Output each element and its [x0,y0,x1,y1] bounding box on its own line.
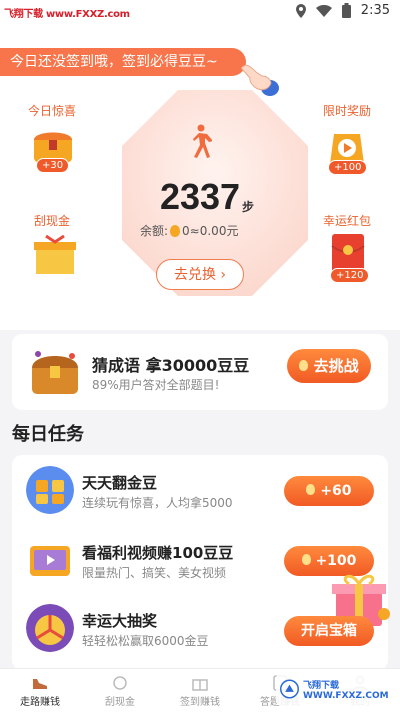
bean-icon [299,360,309,371]
watermark: 飞翔下载 www.FXXZ.com [4,9,130,20]
task-title: 幸运大抽奖 [82,612,158,630]
reward-badge: +100 [328,160,368,175]
task-button[interactable]: +60 [284,476,374,506]
tab-signin[interactable]: 签到赚钱 [160,669,240,708]
task-title: 看福利视频赚100豆豆 [82,544,234,562]
task-icon-flip [26,466,74,518]
shoe-icon [33,679,47,689]
tab-label: 刮现金 [105,697,135,708]
guess-subtitle: 89%用户答对全部题目! [92,378,220,392]
tab-label: 走路赚钱 [20,697,60,708]
task-title: 天天翻金豆 [82,474,158,492]
guess-title: 猜成语 拿30000豆豆 [92,356,250,375]
watermark-bottom-text: 飞翔下载 WWW.FXXZ.COM [302,680,389,701]
balance-label: 余额: [140,224,169,238]
chevron-right-icon: › [220,267,227,283]
task-button-label: 开启宝箱 [301,623,357,639]
bean-icon [306,484,316,495]
step-unit: 步 [242,200,255,214]
task-subtitle: 限量热门、搞笑、美女视频 [82,566,227,580]
balance: 余额: 0≈0.00元 [140,222,238,239]
reward-limited[interactable]: +100 [324,124,372,176]
bean-icon [170,224,181,237]
balance-value: 0≈0.00元 [182,224,239,238]
bean-icon [301,554,311,565]
tab-walk[interactable]: 走路赚钱 [0,669,80,708]
tab-label: 签到赚钱 [180,697,220,708]
challenge-button[interactable]: 去挑战 [287,349,371,383]
flip-beans-icon [26,466,74,514]
challenge-label: 去挑战 [313,357,359,375]
location-icon [295,3,306,18]
reward-label-redpacket: 幸运红包 [322,214,371,228]
treasure-chest-icon [32,351,78,394]
reward-surprise[interactable]: +30 [30,122,78,174]
scratch-icon [113,676,127,690]
gift-icon [192,679,208,691]
step-count: 2337 [159,176,241,217]
task-button-label: +60 [320,483,352,499]
reward-label-surprise: 今日惊喜 [27,104,76,118]
exchange-button[interactable]: 去兑换 › [156,259,244,290]
lottery-wheel-icon [26,604,74,652]
reward-scratch[interactable] [32,232,78,276]
reward-redpacket[interactable]: +120 [326,232,374,284]
signin-banner[interactable]: 今日还没签到哦，签到必得豆豆~ [0,48,246,76]
task-subtitle: 轻轻松松赢取6000金豆 [82,634,209,648]
tab-scratch[interactable]: 刮现金 [80,669,160,708]
status-icons: 2:35 [295,3,390,18]
daily-tasks-title: 每日任务 [12,424,84,445]
task-button[interactable]: 开启宝箱 [284,616,374,646]
task-button-label: +100 [315,553,357,569]
task-icon-lottery [26,604,74,656]
gift-box-icon [34,234,76,274]
watermark-bottom: 飞翔下载 WWW.FXXZ.COM [276,672,394,706]
reward-badge: +30 [36,158,70,173]
reward-badge: +120 [330,268,370,283]
video-gift-icon [30,546,70,576]
battery-icon [341,3,351,18]
reward-label-limited: 限时奖励 [322,104,371,118]
watermark-logo [280,679,299,699]
exchange-label: 去兑换 [173,267,216,283]
task-icon-video [26,536,74,588]
clock: 2:35 [360,3,390,18]
reward-label-scratch: 刮现金 [33,214,70,228]
wifi-icon [315,4,332,17]
walking-icon [193,124,212,158]
task-subtitle: 连续玩有惊喜，人均拿5000 [82,496,233,510]
